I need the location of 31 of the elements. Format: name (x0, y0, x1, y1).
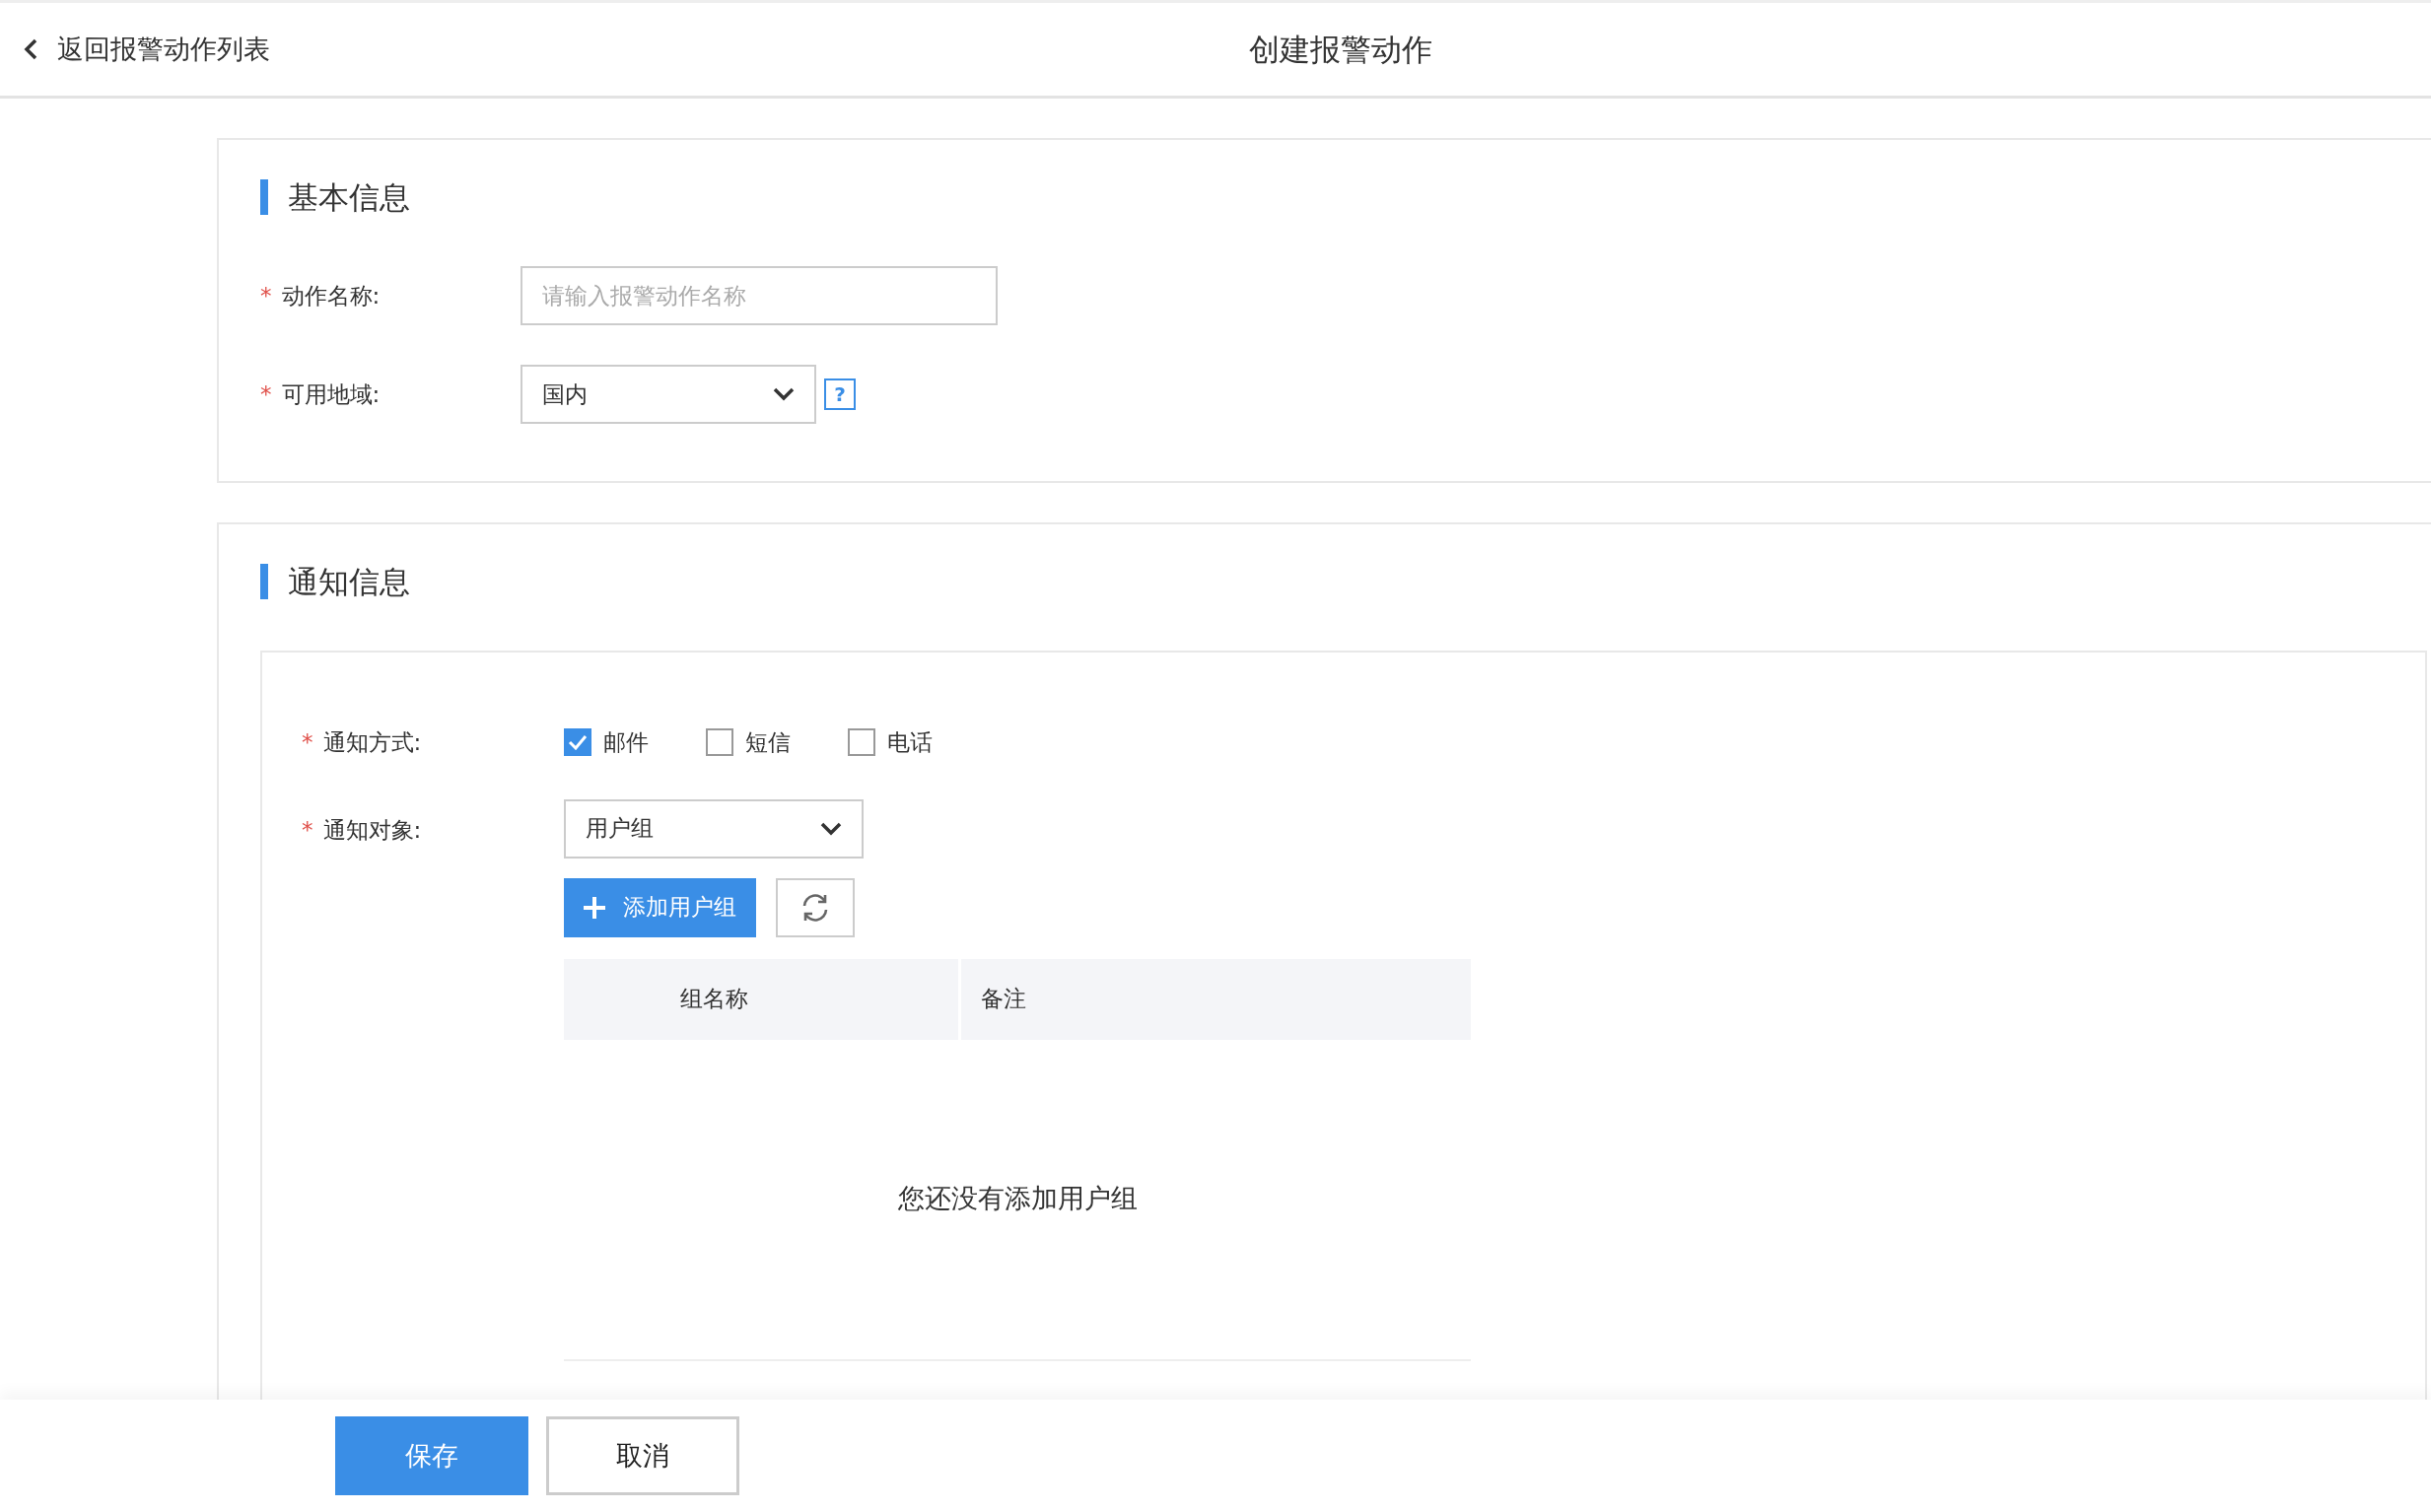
checkmark-icon (568, 734, 588, 751)
chevron-down-icon (820, 821, 842, 836)
refresh-button[interactable] (776, 877, 855, 937)
name-input-field[interactable]: 请输入报警动作名称 (521, 266, 998, 325)
required-mark: * (260, 380, 272, 407)
label-text: 可用地域: (281, 380, 381, 407)
checkbox-option[interactable]: 短信 (706, 725, 791, 760)
empty-message: 您还没有添加用户组 (897, 1182, 1138, 1216)
page-title: 创建报警动作 (1249, 30, 1432, 69)
label-text: 通知对象: (322, 816, 422, 843)
checkbox[interactable] (564, 728, 591, 757)
label-text: 通知方式: (322, 729, 422, 755)
checkbox[interactable] (706, 728, 733, 757)
chevron-down-icon (773, 387, 795, 401)
required-mark: * (302, 729, 313, 755)
plus-icon (584, 896, 605, 919)
checkbox[interactable] (848, 728, 875, 757)
column-header: 备注 (961, 958, 1471, 1040)
section-title: 通知信息 (260, 564, 2431, 599)
checkbox-option[interactable]: 邮件 (564, 725, 649, 760)
cancel-button[interactable]: 取消 (546, 1416, 739, 1495)
section-title: 基本信息 (260, 179, 2431, 215)
column-header: 组名称 (564, 958, 958, 1040)
required-mark: * (302, 816, 313, 843)
required-mark: * (260, 282, 272, 309)
checkbox-option[interactable]: 电话 (848, 725, 933, 760)
label-text: 动作名称: (281, 282, 381, 309)
back-chevron-icon (24, 38, 37, 60)
target-select[interactable]: 用户组 (564, 798, 864, 859)
region-select[interactable]: 国内 (521, 365, 816, 424)
back-link[interactable]: 返回报警动作列表 (0, 29, 270, 70)
